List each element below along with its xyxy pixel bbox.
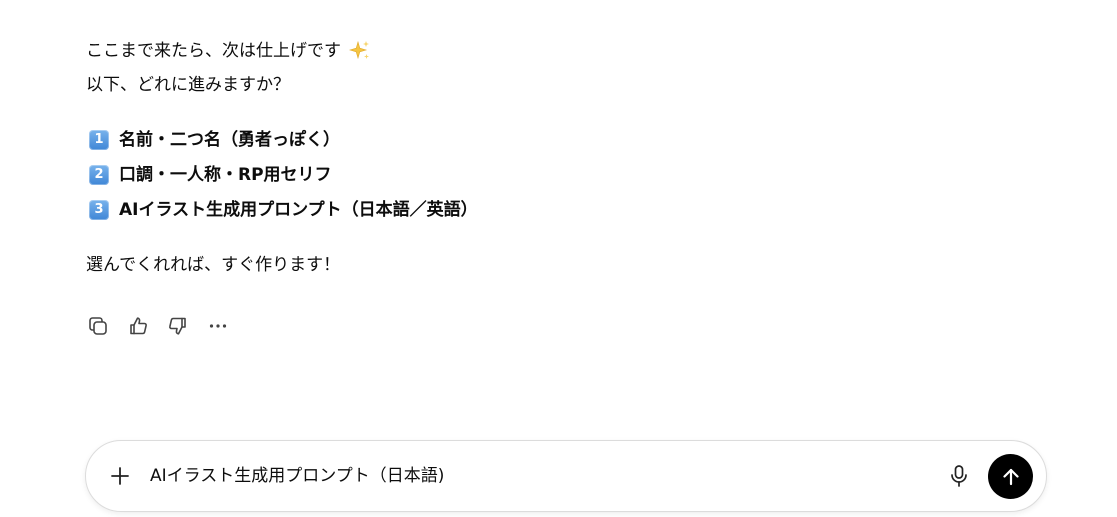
option-list: 1 名前・二つ名（勇者っぽく） 2 口調・一人称・RP用セリフ 3 AIイラスト… bbox=[86, 122, 1026, 227]
sparkles-icon bbox=[349, 40, 371, 62]
option-label: 口調・一人称・RP用セリフ bbox=[119, 164, 332, 185]
list-item: 1 名前・二つ名（勇者っぽく） bbox=[86, 122, 1026, 157]
send-button[interactable] bbox=[988, 454, 1033, 499]
intro-line-2: 以下、どれに進みますか？ bbox=[86, 75, 290, 95]
list-item: 2 口調・一人称・RP用セリフ bbox=[86, 157, 1026, 192]
message-line: 選んでくれれば、すぐ作ります！ bbox=[86, 248, 1026, 282]
option-label: 名前・二つ名（勇者っぽく） bbox=[119, 129, 340, 150]
microphone-icon bbox=[951, 465, 967, 487]
like-button[interactable] bbox=[126, 314, 150, 338]
message-input[interactable]: AIイラスト生成用プロンプト（日本語) bbox=[150, 458, 930, 494]
voice-input-button[interactable] bbox=[946, 463, 972, 489]
keycap-3-icon: 3 bbox=[89, 199, 109, 220]
intro-line-1: ここまで来たら、次は仕上げです bbox=[86, 41, 341, 61]
thumbs-down-icon bbox=[169, 317, 186, 335]
keycap-1-icon: 1 bbox=[89, 129, 109, 150]
message-actions bbox=[86, 314, 246, 338]
copy-icon bbox=[89, 317, 107, 335]
closing-text: 選んでくれれば、すぐ作ります！ bbox=[86, 255, 341, 275]
chat-composer: AIイラスト生成用プロンプト（日本語) bbox=[85, 440, 1047, 512]
add-attachment-button[interactable] bbox=[108, 464, 132, 488]
option-label: AIイラスト生成用プロンプト（日本語／英語） bbox=[119, 199, 478, 220]
keycap-2-icon: 2 bbox=[89, 164, 109, 185]
message-line: ここまで来たら、次は仕上げです bbox=[86, 34, 1026, 68]
arrow-up-icon bbox=[1002, 468, 1019, 485]
thumbs-up-icon bbox=[130, 317, 147, 335]
message-line: 以下、どれに進みますか？ bbox=[86, 68, 1026, 102]
dislike-button[interactable] bbox=[166, 314, 190, 338]
more-icon bbox=[209, 324, 227, 328]
assistant-message: ここまで来たら、次は仕上げです 以下、どれに進みますか？ 1 名前・二つ名（勇者… bbox=[86, 34, 1026, 282]
more-options-button[interactable] bbox=[206, 314, 230, 338]
list-item: 3 AIイラスト生成用プロンプト（日本語／英語） bbox=[86, 192, 1026, 227]
copy-button[interactable] bbox=[86, 314, 110, 338]
plus-icon bbox=[111, 467, 129, 485]
